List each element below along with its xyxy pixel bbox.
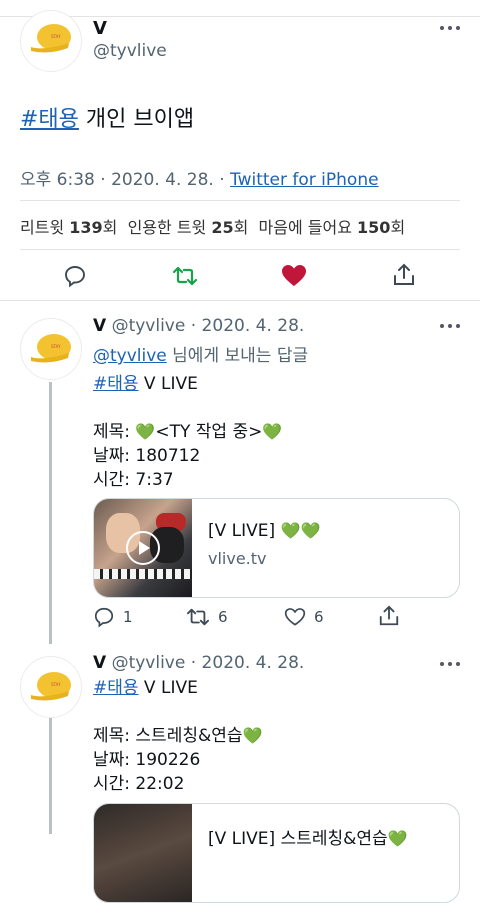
author-name[interactable]: V bbox=[93, 653, 106, 673]
divider bbox=[20, 200, 460, 201]
card-title-text: [V LIVE] 스트레칭&연습 bbox=[208, 829, 388, 849]
svg-text:STAY: STAY bbox=[51, 34, 61, 39]
svg-text:STAY: STAY bbox=[51, 682, 61, 687]
tweet-source-link[interactable]: Twitter for iPhone bbox=[230, 170, 379, 190]
quotes-unit: 회 bbox=[233, 218, 249, 237]
yellow-cap-avatar-icon: STAY bbox=[31, 24, 71, 53]
time-line: 시간: 22:02 bbox=[93, 774, 185, 794]
author-name[interactable]: V bbox=[93, 18, 107, 39]
yellow-cap-avatar-icon: STAY bbox=[31, 672, 71, 701]
green-heart-icon: 💚 bbox=[387, 829, 408, 848]
date-line: 날짜: 190226 bbox=[93, 750, 201, 770]
hashtag-line: #태용 V LIVE bbox=[93, 676, 262, 700]
heart-icon[interactable] bbox=[281, 264, 307, 288]
hashtag-link[interactable]: #태용 bbox=[93, 374, 139, 394]
replying-to: @tyvlive 님에게 보내는 답글 bbox=[93, 341, 308, 366]
section-divider bbox=[0, 300, 480, 301]
more-options-icon[interactable] bbox=[440, 659, 462, 669]
hashtag-rest-text: V LIVE bbox=[138, 678, 198, 698]
thread-connector-line bbox=[49, 382, 52, 644]
author-handle[interactable]: @tyvlive bbox=[112, 316, 186, 336]
author-handle[interactable]: @tyvlive bbox=[112, 653, 186, 673]
avatar[interactable]: STAY bbox=[20, 318, 82, 380]
svg-text:STAY: STAY bbox=[51, 344, 61, 349]
date-line: 날짜: 180712 bbox=[93, 446, 201, 466]
tweet-text: #태용 개인 브이앱 bbox=[20, 101, 194, 133]
hashtag-line: #태용 V LIVE bbox=[93, 372, 282, 396]
link-card-domain: vlive.tv bbox=[208, 549, 267, 568]
top-divider bbox=[0, 16, 480, 17]
tweet-body: 개인 브이앱 bbox=[85, 107, 195, 132]
reply-to-handle-link[interactable]: @tyvlive bbox=[93, 346, 167, 366]
author-handle[interactable]: @tyvlive bbox=[93, 41, 167, 61]
time-line: 시간: 7:37 bbox=[93, 470, 174, 490]
retweet-count: 6 bbox=[218, 608, 228, 626]
title-line: 제목: 💚<TY 작업 중>💚 bbox=[93, 420, 282, 444]
green-heart-icon: 💚 bbox=[242, 726, 263, 745]
reply-header: V @tyvlive · 2020. 4. 28. bbox=[93, 316, 304, 336]
green-heart-icon: 💚💚 bbox=[280, 521, 321, 540]
retweets-count: 139 bbox=[69, 218, 103, 237]
reply-icon bbox=[94, 607, 114, 628]
hashtag-link[interactable]: #태용 bbox=[93, 678, 139, 698]
retweet-action[interactable]: 6 bbox=[186, 606, 228, 628]
play-icon bbox=[126, 531, 160, 565]
title-line: 제목: 스트레칭&연습💚 bbox=[93, 724, 262, 748]
title-text: 스트레칭&연습 bbox=[135, 726, 243, 746]
like-action[interactable]: 6 bbox=[284, 606, 324, 628]
tweet-date[interactable]: · 2020. 4. 28. bbox=[191, 653, 305, 673]
link-card[interactable]: [V LIVE] 스트레칭&연습💚 bbox=[93, 803, 460, 903]
avatar[interactable]: STAY bbox=[20, 656, 82, 718]
more-options-icon[interactable] bbox=[440, 321, 462, 331]
reply-header: V @tyvlive · 2020. 4. 28. bbox=[93, 653, 304, 673]
link-card-thumbnail bbox=[94, 499, 192, 597]
heart-outline-icon bbox=[284, 608, 306, 626]
share-icon[interactable] bbox=[392, 262, 416, 288]
link-card[interactable]: [V LIVE] 💚💚 vlive.tv bbox=[93, 498, 460, 598]
reply-icon[interactable] bbox=[63, 264, 87, 288]
tweet-stats: 리트윗 139회 인용한 트윗 25회 마음에 들어요 150회 bbox=[20, 214, 405, 238]
link-card-title: [V LIVE] 💚💚 bbox=[208, 521, 320, 541]
retweets-stat[interactable]: 리트윗 139회 bbox=[20, 218, 117, 237]
retweets-label: 리트윗 bbox=[20, 218, 65, 237]
green-heart-icon: 💚 bbox=[262, 422, 283, 441]
link-card-thumbnail bbox=[94, 804, 192, 902]
title-prefix: 제목: bbox=[93, 422, 136, 442]
quotes-label: 인용한 트윗 bbox=[127, 218, 207, 237]
likes-unit: 회 bbox=[390, 218, 406, 237]
replying-to-text: 님에게 보내는 답글 bbox=[166, 346, 309, 366]
tweet-text: #태용 V LIVE 제목: 💚<TY 작업 중>💚 날짜: 180712 시간… bbox=[93, 372, 282, 492]
quotes-count: 25 bbox=[211, 218, 234, 237]
retweet-icon[interactable] bbox=[172, 264, 198, 288]
link-card-title: [V LIVE] 스트레칭&연습💚 bbox=[208, 824, 408, 849]
divider bbox=[20, 249, 460, 250]
tweet-date[interactable]: · 2020. 4. 28. bbox=[191, 316, 305, 336]
tweet-text: #태용 V LIVE 제목: 스트레칭&연습💚 날짜: 190226 시간: 2… bbox=[93, 676, 262, 796]
avatar[interactable]: STAY bbox=[20, 10, 82, 72]
reply-count: 1 bbox=[123, 608, 133, 626]
thumbnail-keyboard-shape bbox=[94, 569, 192, 579]
reply-action[interactable]: 1 bbox=[93, 606, 133, 628]
quotes-stat[interactable]: 인용한 트윗 25회 bbox=[128, 218, 249, 237]
card-title-text: [V LIVE] bbox=[208, 521, 281, 541]
tweet-timestamp[interactable]: 오후 6:38 · 2020. 4. 28. · bbox=[20, 170, 230, 190]
tweet-meta: 오후 6:38 · 2020. 4. 28. · Twitter for iPh… bbox=[20, 165, 379, 190]
author-name[interactable]: V bbox=[93, 316, 106, 336]
title-prefix: 제목: bbox=[93, 726, 136, 746]
green-heart-icon: 💚 bbox=[135, 422, 156, 441]
likes-label: 마음에 들어요 bbox=[258, 218, 352, 237]
yellow-cap-avatar-icon: STAY bbox=[31, 334, 71, 363]
likes-stat[interactable]: 마음에 들어요 150회 bbox=[259, 218, 406, 237]
like-count: 6 bbox=[314, 608, 324, 626]
thread-connector-line bbox=[49, 718, 52, 834]
share-icon[interactable] bbox=[378, 604, 400, 628]
retweet-icon bbox=[187, 608, 209, 626]
more-options-icon[interactable] bbox=[440, 23, 462, 33]
title-text: <TY 작업 중> bbox=[155, 422, 263, 442]
hashtag-link[interactable]: #태용 bbox=[20, 107, 79, 132]
hashtag-rest-text: V LIVE bbox=[138, 374, 198, 394]
likes-count: 150 bbox=[357, 218, 391, 237]
retweets-unit: 회 bbox=[102, 218, 118, 237]
